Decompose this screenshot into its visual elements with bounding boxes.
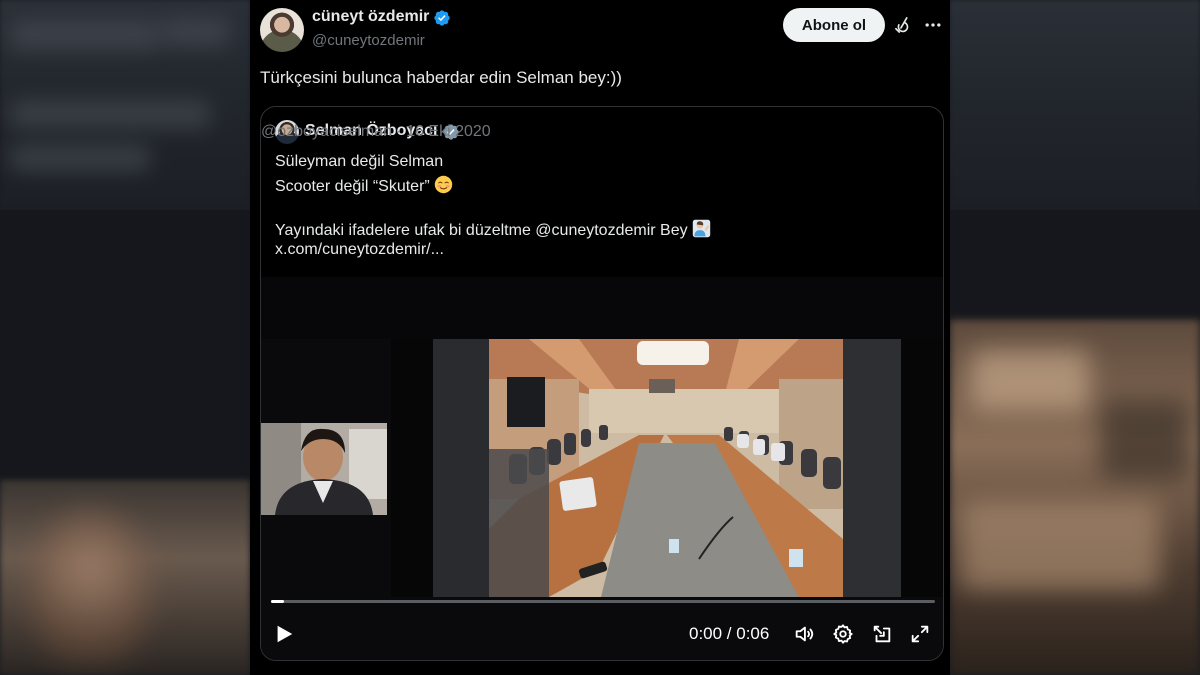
smiling-face-emoji-icon [434, 175, 452, 194]
backdrop-left-top [0, 0, 250, 210]
volume-icon[interactable] [793, 623, 815, 645]
quote-link[interactable]: x.com/cuneytozdemir/... [275, 241, 444, 259]
video-time: 0:00 / 0:06 [689, 624, 770, 643]
more-options-icon[interactable] [923, 15, 943, 35]
author-avatar[interactable] [260, 8, 304, 52]
tweet-panel: cüneyt özdemir @cuneytozdemir Abone ol T… [250, 0, 950, 675]
quoted-tweet[interactable]: Selman Özboyacı @ozboyaciselman · 16 Eki… [260, 106, 944, 661]
follow-button[interactable]: Abone ol [783, 8, 885, 42]
grok-icon[interactable] [893, 15, 913, 35]
author-handle[interactable]: @cuneytozdemir [312, 32, 425, 49]
backdrop-left-bottom [0, 480, 250, 675]
backdrop-right-top [950, 0, 1200, 210]
quote-line-3: Yayındaki ifadelere ufak bi düzeltme @cu… [275, 219, 711, 240]
settings-icon[interactable] [832, 623, 854, 645]
meeting-room-video-frame [489, 339, 843, 597]
quote-line-2: Scooter değil “Skuter” [275, 175, 453, 196]
tweet-text: Türkçesini bulunca haberdar edin Selman … [260, 68, 622, 87]
video-player[interactable]: 0:00 / 0:06 [261, 277, 943, 660]
author-display-name[interactable]: cüneyt özdemir [312, 8, 429, 26]
pip-icon[interactable] [871, 623, 893, 645]
guest-webcam-inset [261, 423, 387, 515]
person-tipping-hand-emoji-icon [692, 219, 710, 238]
quote-line-1: Süleyman değil Selman [275, 153, 444, 170]
verified-badge-icon [434, 10, 450, 26]
progress-bar[interactable] [271, 600, 935, 603]
quote-handle-and-date[interactable]: @ozboyaciselman · 16 Eki 2020 [261, 123, 491, 141]
backdrop-right-bottom [950, 320, 1200, 675]
progress-fill [271, 600, 285, 603]
fullscreen-icon[interactable] [909, 623, 931, 645]
play-icon[interactable] [273, 623, 295, 645]
